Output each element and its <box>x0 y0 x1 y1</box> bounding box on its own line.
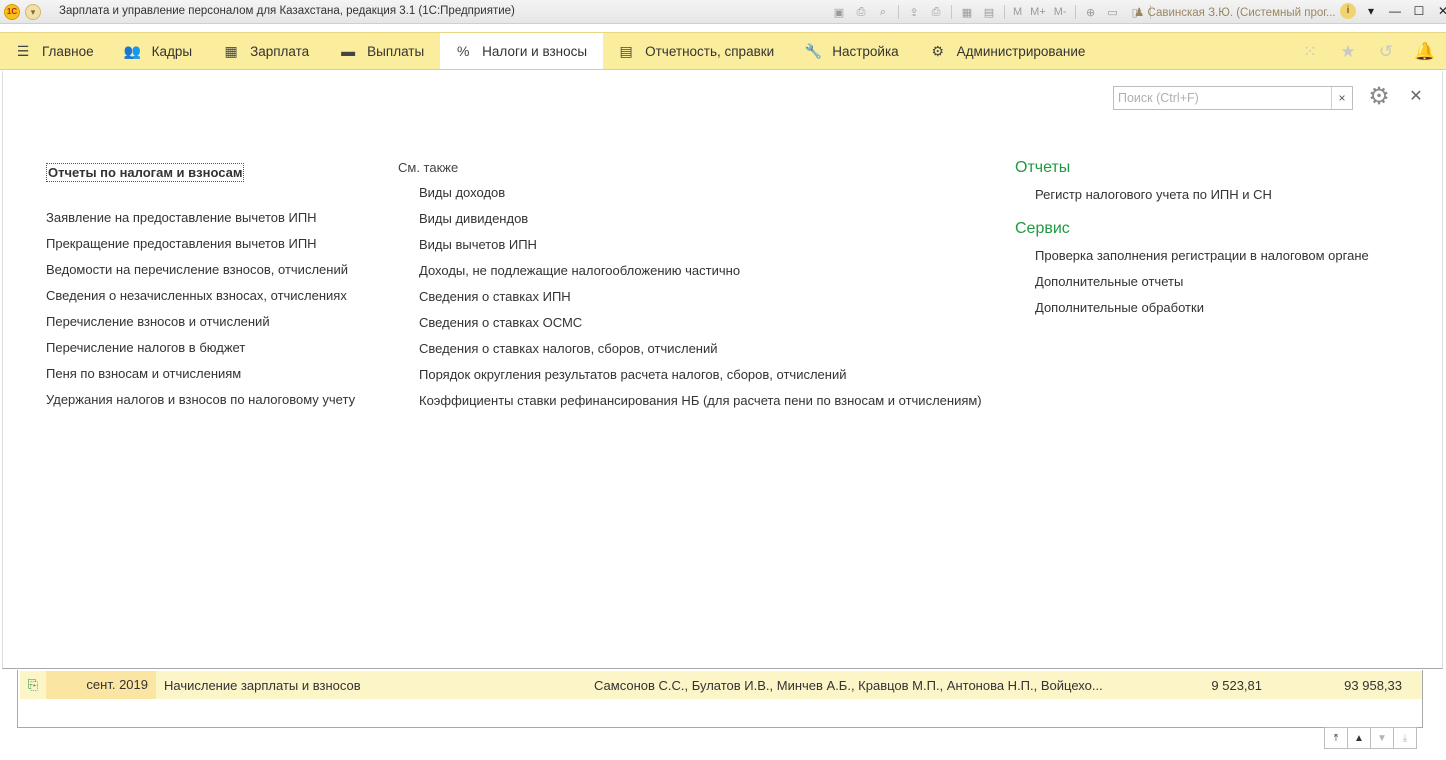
link-registration-check[interactable]: Проверка заполнения регистрации в налого… <box>1035 243 1369 269</box>
tax-reports-list: Заявление на предоставление вычетов ИПН … <box>46 205 355 413</box>
posted-document-icon: ⎘ <box>27 677 39 692</box>
scroll-down-button[interactable]: ▼ <box>1370 727 1394 749</box>
see-also-column: См. также Виды доходов Виды дивидендов В… <box>398 160 982 414</box>
minimize-button[interactable]: — <box>1386 3 1404 19</box>
title-bar: 1С ▾ Зарплата и управление персоналом дл… <box>0 0 1446 24</box>
search-box: × <box>1113 86 1353 110</box>
link-contribution-transfers[interactable]: Перечисление взносов и отчислений <box>46 309 355 335</box>
maximize-button[interactable]: ☐ <box>1410 3 1428 19</box>
row-document: Начисление зарплаты и взносов <box>164 677 361 693</box>
zoom-icon[interactable]: ⊕ <box>1082 4 1100 21</box>
document-list: ⎘ сент. 2019 Начисление зарплаты и взнос… <box>17 670 1423 728</box>
section-panel: × ⚙ ✕ Отчеты по налогам и взносам Заявле… <box>2 71 1443 669</box>
link-additional-reports[interactable]: Дополнительные отчеты <box>1035 269 1369 295</box>
memory-plus-button[interactable]: M+ <box>1028 6 1048 18</box>
link-uncredited-contributions[interactable]: Сведения о незачисленных взносах, отчисл… <box>46 283 355 309</box>
info-icon[interactable]: i <box>1340 3 1356 19</box>
menu-salary[interactable]: ▦ Зарплата <box>208 33 325 69</box>
link-contribution-statements[interactable]: Ведомости на перечисление взносов, отчис… <box>46 257 355 283</box>
reports-list: Регистр налогового учета по ИПН и СН <box>1015 182 1369 208</box>
title-toolbar: ▣ ⎙ ⌕ ⇪ ⎙ ▦ ▤ M M+ M- ⊕ ▭ ▯ <box>830 3 1153 21</box>
menubar-right-icons: ⁙ ★ ↺ 🔔 <box>1300 42 1435 62</box>
link-partially-exempt-income[interactable]: Доходы, не подлежащие налогообложению ча… <box>419 258 982 284</box>
calculator-icon: ▦ <box>224 42 238 59</box>
row-amount-2: 93 958,33 <box>1344 677 1402 693</box>
link-dividend-types[interactable]: Виды дивидендов <box>419 206 982 232</box>
wallet-icon: ▬ <box>341 43 356 59</box>
tax-reports-column: Отчеты по налогам и взносам Заявление на… <box>46 163 355 413</box>
link-additional-processing[interactable]: Дополнительные обработки <box>1035 295 1369 321</box>
search-input[interactable] <box>1114 87 1331 109</box>
calendar-icon[interactable]: ▤ <box>980 4 998 21</box>
people-icon: 👥 <box>123 42 142 59</box>
see-also-list: Виды доходов Виды дивидендов Виды вычето… <box>398 180 982 414</box>
section-menu-bar: ☰ Главное 👥 Кадры ▦ Зарплата ▬ Выплаты %… <box>0 32 1446 70</box>
settings-gear-icon[interactable]: ⚙ <box>1366 84 1392 110</box>
link-tax-rates[interactable]: Сведения о ставках налогов, сборов, отчи… <box>419 336 982 362</box>
menu-reports[interactable]: ▤ Отчетность, справки <box>603 33 790 69</box>
menu-personnel[interactable]: 👥 Кадры <box>110 33 208 69</box>
save-icon[interactable]: ▣ <box>830 4 848 21</box>
bell-icon[interactable]: 🔔 <box>1414 42 1435 62</box>
history-icon[interactable]: ↺ <box>1376 42 1396 62</box>
link-ipn-rates[interactable]: Сведения о ставках ИПН <box>419 284 982 310</box>
scroll-last-button[interactable]: ⤓ <box>1393 727 1417 749</box>
window-list-icon[interactable]: ▭ <box>1104 4 1122 21</box>
star-icon[interactable]: ★ <box>1338 42 1358 62</box>
row-amount-1: 9 523,81 <box>1211 677 1262 693</box>
main-menu-dropdown-icon[interactable]: ▾ <box>25 4 41 20</box>
close-panel-icon[interactable]: ✕ <box>1407 88 1425 106</box>
link-tax-register[interactable]: Регистр налогового учета по ИПН и СН <box>1035 182 1369 208</box>
percent-icon: % <box>456 43 470 59</box>
upload-icon[interactable]: ⇪ <box>905 4 923 21</box>
see-also-header: См. также <box>398 160 459 175</box>
tax-reports-header[interactable]: Отчеты по налогам и взносам <box>46 163 245 182</box>
print-alt-icon[interactable]: ⎙ <box>927 4 945 21</box>
menu-taxes[interactable]: % Налоги и взносы <box>440 33 604 69</box>
user-icon: ♟ <box>1134 7 1145 19</box>
print-icon[interactable]: ⎙ <box>852 4 870 21</box>
link-deduction-application[interactable]: Заявление на предоставление вычетов ИПН <box>46 205 355 231</box>
row-period: сент. 2019 <box>46 671 156 699</box>
window-controls: i ▾ — ☐ ✕ <box>1340 3 1446 19</box>
calculator-small-icon[interactable]: ▦ <box>958 4 976 21</box>
documents-icon: ▤ <box>619 42 633 59</box>
close-window-button[interactable]: ✕ <box>1434 3 1446 19</box>
link-rounding-order[interactable]: Порядок округления результатов расчета н… <box>419 362 982 388</box>
service-title: Сервис <box>1015 220 1070 237</box>
link-penalties[interactable]: Пеня по взносам и отчислениям <box>46 361 355 387</box>
reports-title: Отчеты <box>1015 159 1071 176</box>
memory-m-button[interactable]: M <box>1011 6 1024 18</box>
preview-icon[interactable]: ⌕ <box>874 4 892 21</box>
menu-payments[interactable]: ▬ Выплаты <box>325 33 440 69</box>
menu-main[interactable]: ☰ Главное <box>0 33 110 69</box>
list-navigation: ⤒ ▲ ▼ ⤓ <box>1324 727 1417 749</box>
app-logo-icon[interactable]: 1С <box>4 4 20 20</box>
apps-grid-icon[interactable]: ⁙ <box>1300 42 1320 62</box>
link-tax-withholdings[interactable]: Удержания налогов и взносов по налоговом… <box>46 387 355 413</box>
hamburger-icon: ☰ <box>16 42 30 59</box>
table-row[interactable]: ⎘ сент. 2019 Начисление зарплаты и взнос… <box>20 671 1422 699</box>
menu-administration[interactable]: ⚙ Администрирование <box>915 33 1102 69</box>
menu-settings[interactable]: 🔧 Настройка <box>790 33 914 69</box>
current-user[interactable]: ♟ Савинская З.Ю. (Системный прог... <box>1134 5 1336 19</box>
gear-icon: ⚙ <box>931 42 944 59</box>
link-deduction-termination[interactable]: Прекращение предоставления вычетов ИПН <box>46 231 355 257</box>
link-deduction-types[interactable]: Виды вычетов ИПН <box>419 232 982 258</box>
memory-minus-button[interactable]: M- <box>1052 6 1069 18</box>
scroll-up-button[interactable]: ▲ <box>1347 727 1371 749</box>
reports-service-column: Отчеты Регистр налогового учета по ИПН и… <box>1015 159 1369 321</box>
link-income-types[interactable]: Виды доходов <box>419 180 982 206</box>
row-employees: Самсонов С.С., Булатов И.В., Минчев А.Б.… <box>594 677 1103 693</box>
link-tax-transfers[interactable]: Перечисление налогов в бюджет <box>46 335 355 361</box>
dropdown-icon[interactable]: ▾ <box>1362 3 1380 19</box>
link-refinancing-rates[interactable]: Коэффициенты ставки рефинансирования НБ … <box>419 388 982 414</box>
link-osms-rates[interactable]: Сведения о ставках ОСМС <box>419 310 982 336</box>
scroll-first-button[interactable]: ⤒ <box>1324 727 1348 749</box>
service-list: Проверка заполнения регистрации в налого… <box>1015 243 1369 321</box>
wrench-icon: 🔧 <box>804 42 822 59</box>
search-clear-icon[interactable]: × <box>1331 87 1352 109</box>
window-title: Зарплата и управление персоналом для Каз… <box>59 5 515 17</box>
